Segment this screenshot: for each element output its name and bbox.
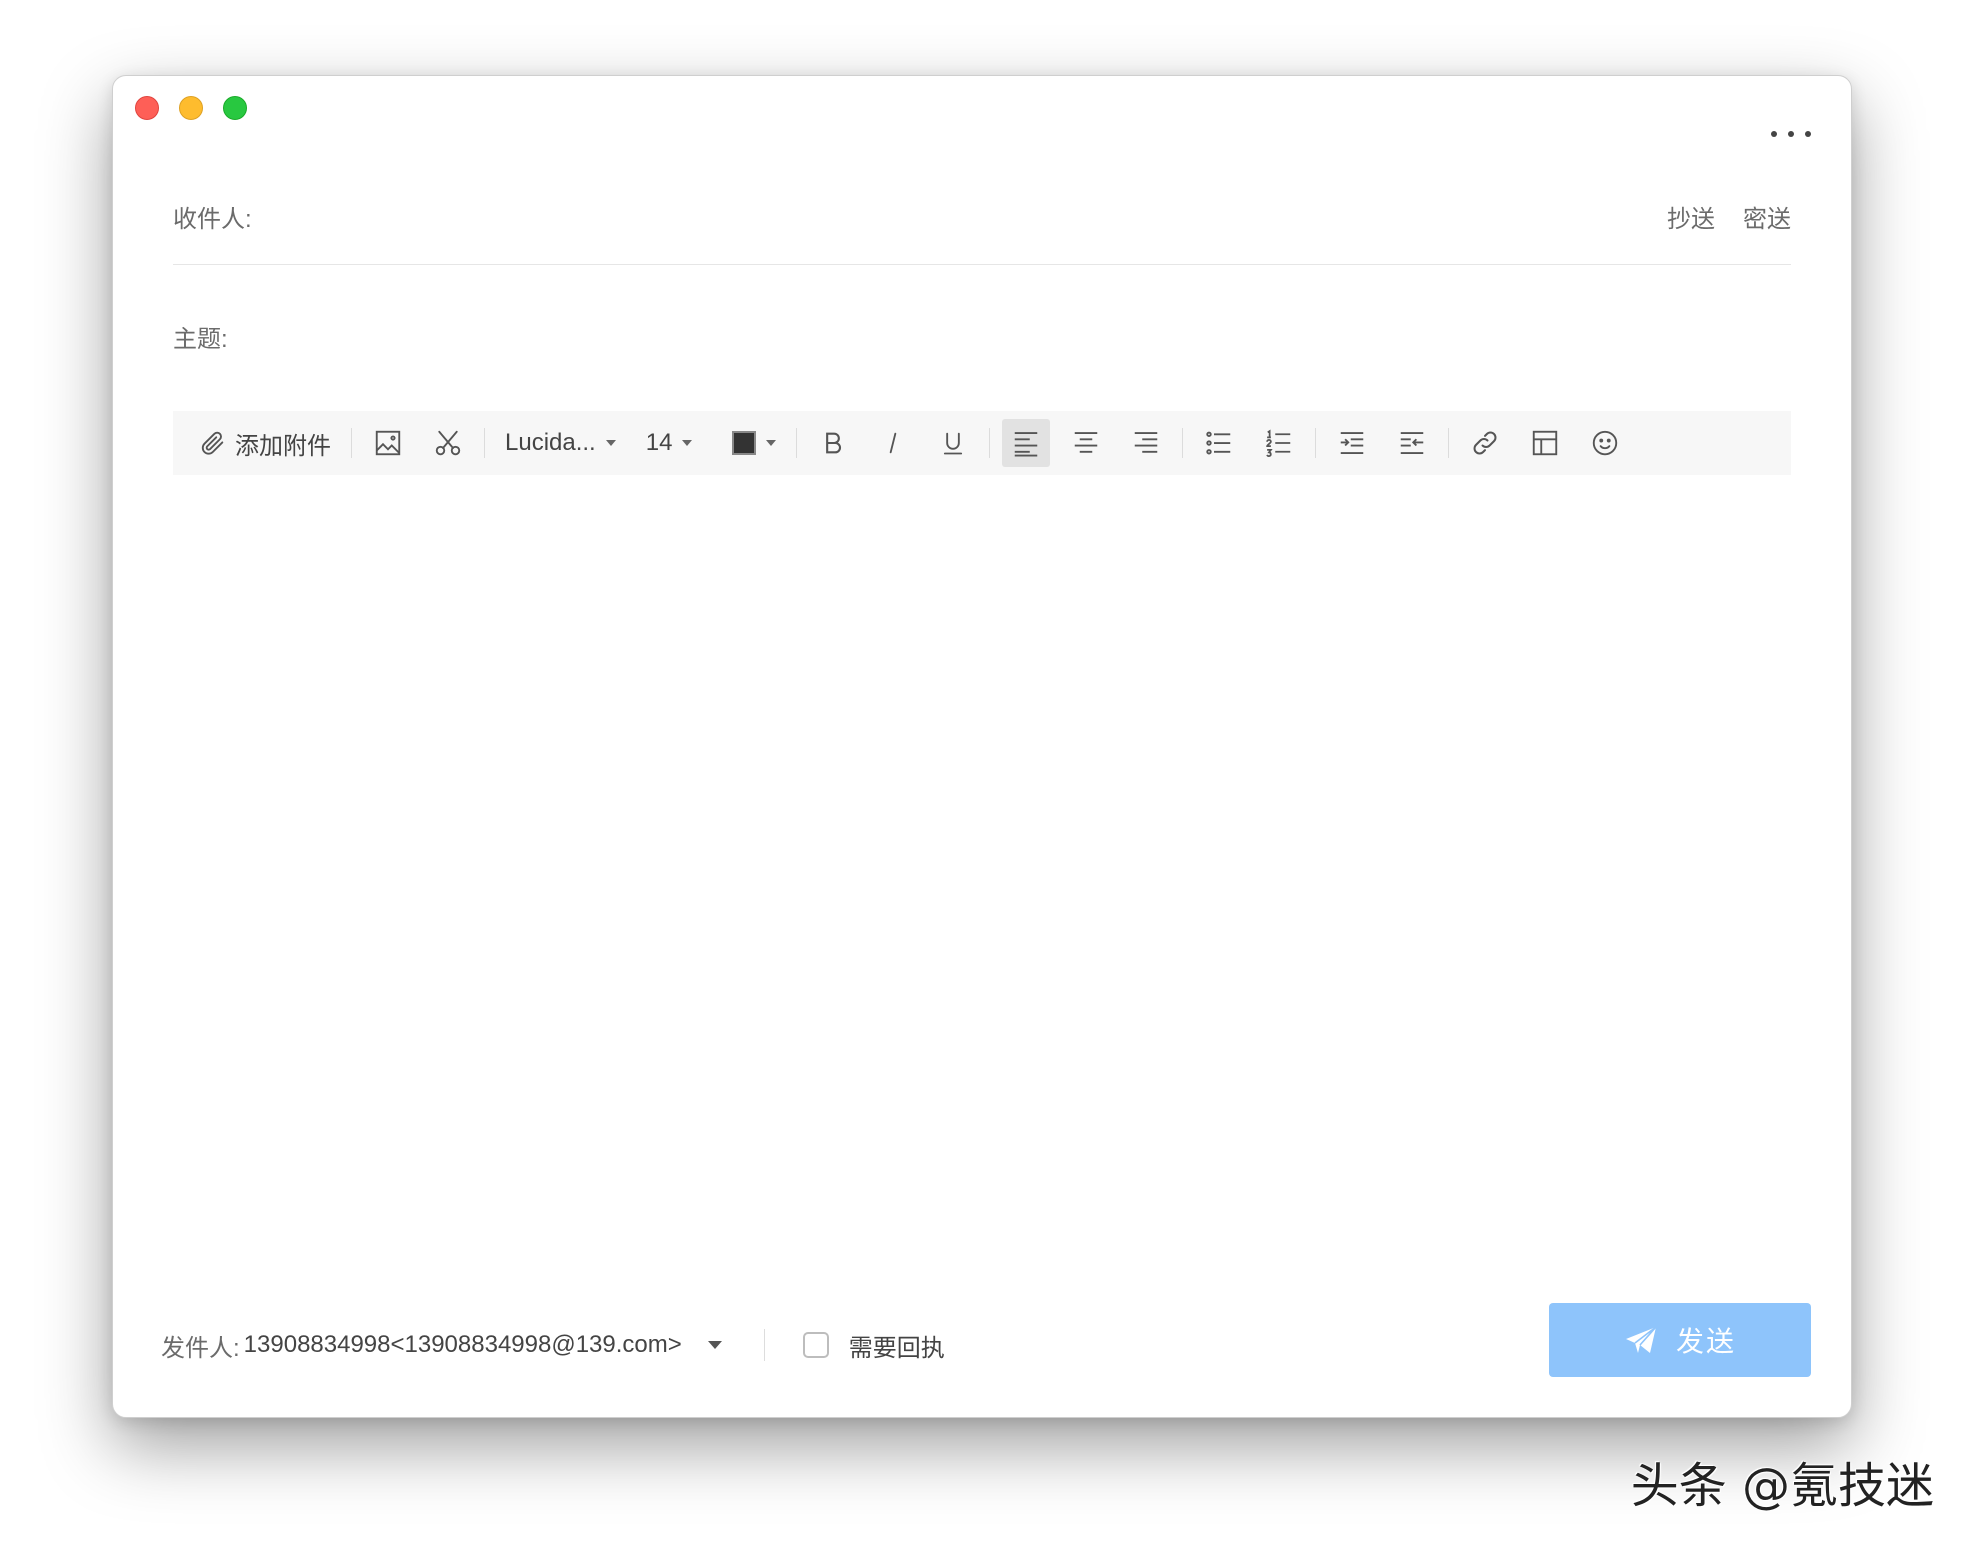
image-icon <box>375 430 401 456</box>
subject-row: 主题: <box>173 306 1791 366</box>
sender-dropdown-icon[interactable] <box>707 1341 722 1349</box>
footer-divider <box>763 1329 765 1361</box>
toolbar-divider <box>989 428 991 458</box>
table-icon <box>1533 430 1558 456</box>
recipient-row: 收件人: 抄送 密送 <box>173 186 1791 265</box>
toolbar-divider <box>1315 428 1317 458</box>
text-color-icon <box>732 431 757 455</box>
read-receipt-checkbox[interactable] <box>802 1332 829 1358</box>
insert-image-button[interactable] <box>364 419 412 467</box>
chevron-down-icon <box>605 440 616 446</box>
font-size-select[interactable]: 14 <box>638 419 701 467</box>
align-left-icon <box>1015 432 1038 457</box>
subject-input[interactable] <box>235 315 1791 357</box>
outdent-button[interactable] <box>1388 419 1436 467</box>
chevron-down-icon <box>766 440 777 446</box>
send-icon <box>1625 1326 1657 1353</box>
window-minimize-button[interactable] <box>179 96 203 120</box>
bold-icon <box>826 432 842 454</box>
link-icon <box>1473 431 1497 455</box>
font-family-value: Lucida... <box>505 429 596 456</box>
scissors-icon <box>435 430 461 456</box>
to-label: 收件人: <box>173 205 252 233</box>
window-controls <box>135 96 247 120</box>
editor-toolbar: 添加附件 Lucida... 14 <box>173 411 1791 475</box>
italic-button[interactable] <box>869 419 917 467</box>
add-attachment-label: 添加附件 <box>235 432 331 460</box>
bullet-list-icon <box>1206 431 1231 455</box>
align-right-icon <box>1135 432 1158 453</box>
more-options-icon[interactable] <box>1771 122 1811 146</box>
italic-icon <box>890 432 897 454</box>
align-center-button[interactable] <box>1062 419 1110 467</box>
align-right-button[interactable] <box>1122 419 1170 467</box>
read-receipt-label[interactable]: 需要回执 <box>849 1328 945 1363</box>
bold-button[interactable] <box>809 419 857 467</box>
align-center-icon <box>1075 432 1098 453</box>
compose-window: 收件人: 抄送 密送 主题: 添加附件 Lucida... 14 发件人: 13… <box>112 75 1852 1418</box>
insert-emoji-button[interactable] <box>1581 419 1629 467</box>
underline-button[interactable] <box>929 419 977 467</box>
send-label: 发送 <box>1675 1326 1736 1357</box>
toolbar-divider <box>1182 428 1184 458</box>
align-left-button[interactable] <box>1002 419 1051 467</box>
insert-link-button[interactable] <box>1461 419 1509 467</box>
cc-button[interactable]: 抄送 <box>1667 199 1715 234</box>
subject-label: 主题: <box>173 325 228 353</box>
underline-icon <box>944 432 963 455</box>
font-family-select[interactable]: Lucida... <box>497 419 624 467</box>
font-size-value: 14 <box>645 429 673 456</box>
bullet-list-button[interactable] <box>1195 419 1243 467</box>
sender-value[interactable]: 13908834998<13908834998@139.com> <box>244 1331 682 1359</box>
add-attachment-button[interactable]: 添加附件 <box>199 419 339 467</box>
indent-button[interactable] <box>1328 419 1376 467</box>
numbered-list-button[interactable] <box>1255 419 1303 467</box>
chevron-down-icon <box>682 440 693 446</box>
window-maximize-button[interactable] <box>223 96 247 120</box>
watermark-text: 头条 @氪技迷 <box>1630 1458 1934 1514</box>
send-button[interactable]: 发送 <box>1549 1303 1811 1377</box>
paperclip-icon <box>201 431 224 455</box>
screenshot-button[interactable] <box>424 419 472 467</box>
to-input[interactable] <box>259 195 1667 237</box>
indent-icon <box>1341 432 1364 454</box>
toolbar-divider <box>1448 428 1450 458</box>
compose-footer: 发件人: 13908834998<13908834998@139.com> 需要… <box>161 1325 945 1365</box>
numbered-list-icon <box>1266 429 1291 457</box>
toolbar-divider <box>351 428 352 458</box>
insert-table-button[interactable] <box>1521 419 1569 467</box>
toolbar-divider <box>484 428 485 458</box>
window-close-button[interactable] <box>135 96 159 120</box>
sender-label: 发件人: <box>161 1334 240 1362</box>
toolbar-divider <box>796 428 798 458</box>
bcc-button[interactable]: 密送 <box>1743 199 1791 234</box>
outdent-icon <box>1401 432 1424 454</box>
cc-bcc-links: 抄送 密送 <box>1667 199 1791 234</box>
emoji-icon <box>1593 430 1618 456</box>
text-color-select[interactable] <box>724 419 784 467</box>
message-body-editor[interactable] <box>173 496 1791 1277</box>
